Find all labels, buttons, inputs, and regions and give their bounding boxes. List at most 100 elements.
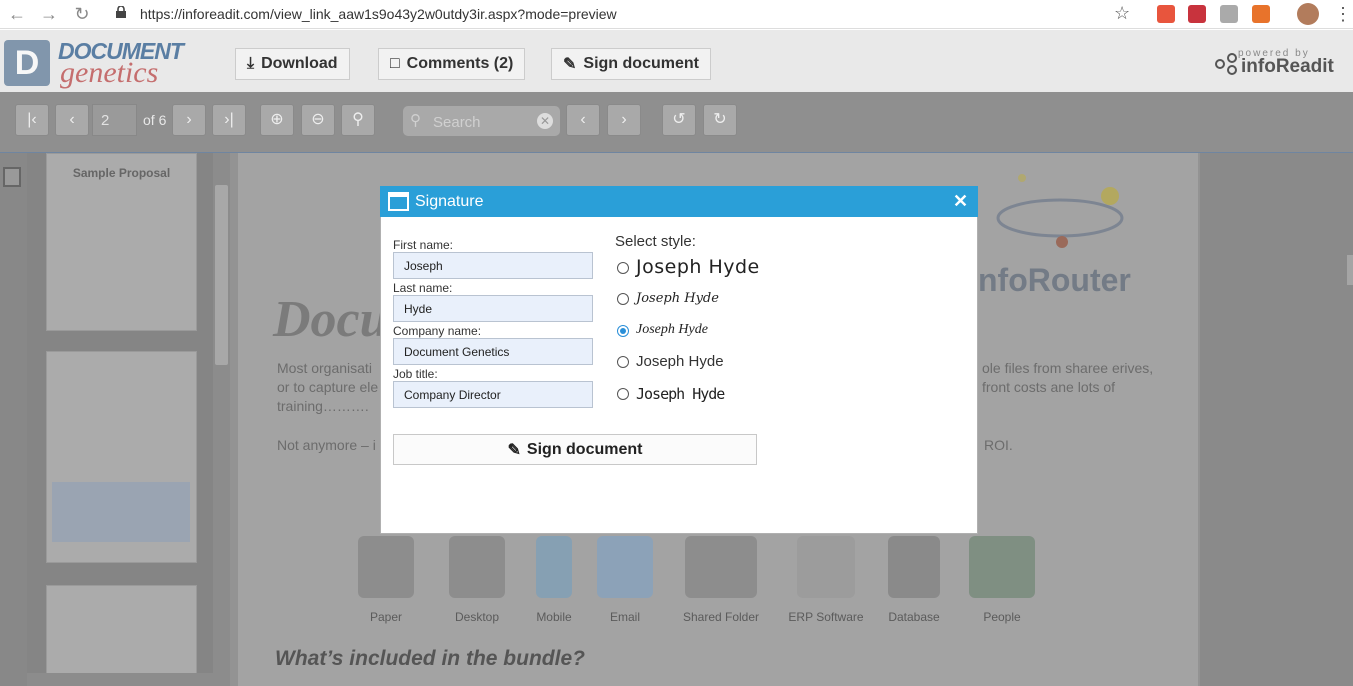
category-erp-software: ERP Software <box>776 536 876 624</box>
inforouter-logo-icon <box>996 174 1124 248</box>
shared-folder-icon <box>685 536 757 598</box>
next-page-button[interactable]: › <box>172 104 206 136</box>
section-heading: What’s included in the bundle? <box>275 647 585 670</box>
document-paragraph-line-3: training………. <box>277 398 369 414</box>
last-name-field[interactable]: Hyde <box>393 295 593 322</box>
category-database: Database <box>864 536 964 624</box>
people-icon <box>969 536 1035 598</box>
lock-icon <box>116 6 126 18</box>
zoom-out-icon[interactable]: ⊖ <box>301 104 335 136</box>
dialog-title: Signature <box>415 193 484 210</box>
comments-button[interactable]: □ Comments (2) <box>378 48 526 80</box>
style-radio-3[interactable] <box>617 325 629 337</box>
inforouter-brand-text: nfoRouter <box>978 262 1131 298</box>
style-radio-1[interactable] <box>617 262 629 274</box>
thumbnail-scrollbar-thumb[interactable] <box>215 185 228 365</box>
address-bar[interactable]: https://inforeadit.com/view_link_aaw1s9o… <box>140 6 617 22</box>
page-number-input[interactable]: 2 <box>92 104 137 136</box>
document-scrollbar-thumb[interactable] <box>1347 255 1353 285</box>
close-icon[interactable]: ✕ <box>953 191 968 212</box>
last-name-label: Last name: <box>393 281 453 295</box>
page-total: of 6 <box>143 112 167 128</box>
grammarly-icon[interactable] <box>1220 5 1238 23</box>
logo-text-bottom: genetics <box>60 56 159 89</box>
first-name-field[interactable]: Joseph <box>393 252 593 279</box>
zoom-in-icon[interactable]: ⊕ <box>260 104 294 136</box>
download-button[interactable]: ⤓ Download <box>235 48 350 80</box>
thumbnail-table-graphic <box>52 482 190 542</box>
kebab-menu-icon[interactable]: ⋮ <box>1334 4 1352 25</box>
document-paragraph-line-2: or to capture ele <box>277 379 379 395</box>
document-paragraph-line-1: Most organisati <box>277 360 372 376</box>
job-title-field[interactable]: Company Director <box>393 381 593 408</box>
arrow-left-icon[interactable]: ← <box>6 4 28 25</box>
search-prev-button[interactable]: ‹ <box>566 104 600 136</box>
search-next-button[interactable]: › <box>607 104 641 136</box>
fox-icon[interactable] <box>1252 5 1270 23</box>
pages-icon[interactable] <box>3 167 21 187</box>
arrow-right-icon[interactable]: → <box>38 4 60 25</box>
search-icon: ⚲ <box>410 112 421 129</box>
rotate-left-icon[interactable]: ↺ <box>662 104 696 136</box>
inforeadit-logo-text: infoReadit <box>1241 56 1334 77</box>
reload-icon[interactable]: ↻ <box>71 4 93 25</box>
window-icon <box>388 192 409 211</box>
share-nodes-icon <box>1215 53 1237 75</box>
document-paragraph-2: Not anymore – i <box>277 437 376 453</box>
signature-style-3[interactable]: Joseph Hyde <box>636 322 708 338</box>
document-paragraph-2-right: ROI. <box>984 437 1013 453</box>
select-style-label: Select style: <box>615 233 696 250</box>
category-email: Email <box>575 536 675 624</box>
zoom-options-icon[interactable]: ⚲ <box>341 104 375 136</box>
star-icon[interactable]: ☆ <box>1114 3 1130 24</box>
sign-document-label: Sign document <box>526 440 643 458</box>
sign-document-header-label: Sign document <box>583 55 699 72</box>
prev-page-button[interactable]: ‹ <box>55 104 89 136</box>
comment-icon: □ <box>390 55 400 72</box>
extension-icon[interactable] <box>1157 5 1175 23</box>
document-paragraph-right-1: ole files from sharee erives, <box>982 360 1154 376</box>
first-page-button[interactable]: |‹ <box>15 104 49 136</box>
sign-document-header-button[interactable]: ✎ Sign document <box>551 48 711 80</box>
first-name-label: First name: <box>393 238 454 252</box>
sign-document-button[interactable]: ✎ Sign document <box>393 434 757 465</box>
pencil-icon: ✎ <box>507 441 521 459</box>
style-radio-2[interactable] <box>617 293 629 305</box>
signature-style-5[interactable]: Joseph Hyde <box>636 385 725 403</box>
download-label: Download <box>261 55 338 72</box>
desktop-icon <box>449 536 505 598</box>
email-icon <box>597 536 653 598</box>
search-clear-icon[interactable]: ✕ <box>537 113 553 129</box>
search-placeholder: Search <box>433 114 481 131</box>
category-people: People <box>952 536 1052 624</box>
server-icon <box>797 536 855 598</box>
document-paragraph-right-2: front costs ane lots of <box>982 379 1116 395</box>
right-panel <box>1200 153 1353 686</box>
thumbnail-title: Sample Proposal <box>72 166 171 180</box>
logo-mark-icon: D <box>4 40 50 86</box>
category-shared-folder: Shared Folder <box>671 536 771 624</box>
last-page-button[interactable]: ›| <box>212 104 246 136</box>
style-radio-5[interactable] <box>617 388 629 400</box>
signature-style-1[interactable]: Joseph Hyde <box>636 256 760 278</box>
category-paper: Paper <box>336 536 436 624</box>
signature-style-4[interactable]: Joseph Hyde <box>636 353 724 370</box>
company-name-field[interactable]: Document Genetics <box>393 338 593 365</box>
mobile-icon <box>536 536 572 598</box>
rotate-right-icon[interactable]: ↻ <box>703 104 737 136</box>
signature-style-2[interactable]: Joseph Hyde <box>636 291 719 306</box>
style-radio-4[interactable] <box>617 356 629 368</box>
thumbnail-horizontal-scrollbar[interactable] <box>27 673 213 686</box>
document-heading: Docu <box>273 291 389 348</box>
database-icon <box>888 536 940 598</box>
scanner-icon <box>358 536 414 598</box>
download-icon: ⤓ <box>247 55 255 72</box>
job-title-label: Job title: <box>393 367 438 381</box>
pencil-icon: ✎ <box>563 56 577 73</box>
left-icon-bar <box>0 153 27 686</box>
thumbnail-page-3[interactable] <box>46 585 197 686</box>
pocket-icon[interactable] <box>1188 5 1206 23</box>
avatar[interactable] <box>1297 3 1319 25</box>
company-name-label: Company name: <box>393 324 482 338</box>
comments-label: Comments (2) <box>406 55 514 72</box>
